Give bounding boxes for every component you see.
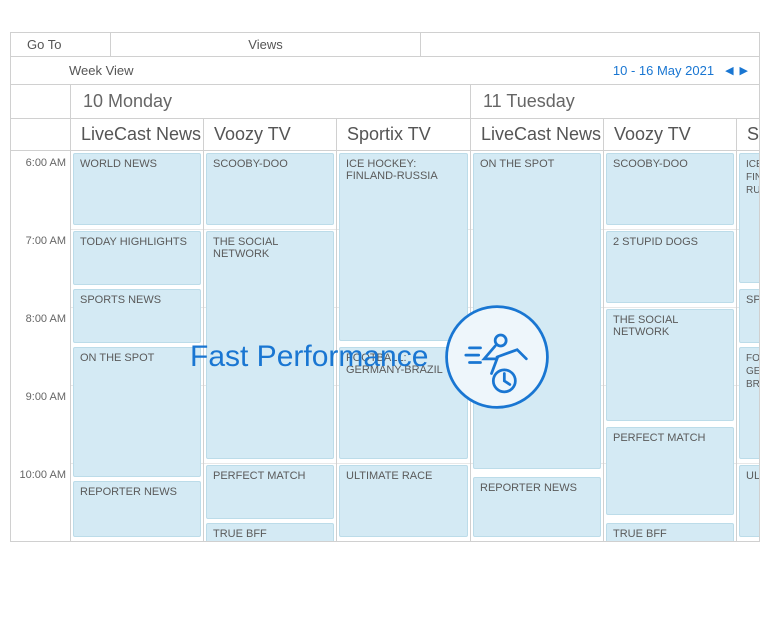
grid-body: 6:00 AM 7:00 AM 8:00 AM 9:00 AM 10:00 AM…: [11, 151, 759, 541]
channel-voozy-mon[interactable]: Voozy TV: [204, 119, 337, 150]
event[interactable]: WORLD NEWS: [73, 153, 201, 225]
event[interactable]: SPORTS NEWS: [73, 289, 201, 343]
time-label: 8:00 AM: [26, 313, 66, 325]
week-view-label: Week View: [69, 63, 134, 78]
prev-arrow-icon[interactable]: ◀: [722, 64, 736, 77]
event[interactable]: REPORTER NEWS: [473, 477, 601, 537]
time-gutter: 6:00 AM 7:00 AM 8:00 AM 9:00 AM 10:00 AM: [11, 151, 71, 541]
day-header-row: 10 Monday 11 Tuesday: [11, 85, 759, 119]
event[interactable]: FOGEBR: [739, 347, 760, 459]
week-bar: Week View 10 - 16 May 2021 ◀ ▶: [11, 57, 759, 85]
event[interactable]: REPORTER NEWS: [73, 481, 201, 537]
event[interactable]: TRUE BFF: [206, 523, 334, 542]
col-mon-voozy: SCOOBY-DOO THE SOCIAL NETWORK PERFECT MA…: [204, 151, 337, 541]
event[interactable]: ON THE SPOT: [473, 153, 601, 469]
event[interactable]: UL: [739, 465, 760, 537]
day-header-tuesday[interactable]: 11 Tuesday: [471, 85, 760, 118]
col-tue-voozy: SCOOBY-DOO 2 STUPID DOGS THE SOCIAL NETW…: [604, 151, 737, 541]
event[interactable]: ULTIMATE RACE: [339, 465, 468, 537]
views-button[interactable]: Views: [111, 33, 421, 56]
event[interactable]: SP: [739, 289, 760, 343]
event[interactable]: TODAY HIGHLIGHTS: [73, 231, 201, 285]
time-label: 9:00 AM: [26, 391, 66, 403]
event[interactable]: TRUE BFF: [606, 523, 734, 542]
event[interactable]: ICE HOCKEY: FINLAND-RUSSIA: [339, 153, 468, 341]
time-label: 6:00 AM: [26, 157, 66, 169]
event[interactable]: PERFECT MATCH: [206, 465, 334, 519]
event[interactable]: FOOTBALL: GERMANY-BRAZIL: [339, 347, 468, 459]
event[interactable]: THE SOCIAL NETWORK: [206, 231, 334, 459]
col-mon-sportix: ICE HOCKEY: FINLAND-RUSSIA FOOTBALL: GER…: [337, 151, 471, 541]
channel-sportix-tue-truncated[interactable]: Sp: [737, 119, 760, 150]
col-tue-sportix: ICEFINRU SP FOGEBR UL: [737, 151, 760, 541]
channel-header-row: LiveCast News Voozy TV Sportix TV LiveCa…: [11, 119, 759, 151]
event[interactable]: ON THE SPOT: [73, 347, 201, 477]
channel-sportix-mon[interactable]: Sportix TV: [337, 119, 471, 150]
channel-voozy-tue[interactable]: Voozy TV: [604, 119, 737, 150]
channel-livecast-mon[interactable]: LiveCast News: [71, 119, 204, 150]
event[interactable]: PERFECT MATCH: [606, 427, 734, 515]
goto-button[interactable]: Go To: [11, 33, 111, 56]
event[interactable]: ICEFINRU: [739, 153, 760, 283]
day-header-monday[interactable]: 10 Monday: [71, 85, 471, 118]
columns: WORLD NEWS TODAY HIGHLIGHTS SPORTS NEWS …: [71, 151, 760, 541]
toolbar: Go To Views: [11, 33, 759, 57]
scheduler-container: Go To Views Week View 10 - 16 May 2021 ◀…: [10, 32, 760, 542]
event[interactable]: 2 STUPID DOGS: [606, 231, 734, 303]
event[interactable]: THE SOCIAL NETWORK: [606, 309, 734, 421]
date-range[interactable]: 10 - 16 May 2021: [613, 63, 714, 78]
col-tue-livecast: ON THE SPOT REPORTER NEWS: [471, 151, 604, 541]
col-mon-livecast: WORLD NEWS TODAY HIGHLIGHTS SPORTS NEWS …: [71, 151, 204, 541]
time-label: 10:00 AM: [20, 469, 66, 481]
next-arrow-icon[interactable]: ▶: [737, 64, 751, 77]
event[interactable]: SCOOBY-DOO: [206, 153, 334, 225]
channel-livecast-tue[interactable]: LiveCast News: [471, 119, 604, 150]
event[interactable]: SCOOBY-DOO: [606, 153, 734, 225]
time-label: 7:00 AM: [26, 235, 66, 247]
